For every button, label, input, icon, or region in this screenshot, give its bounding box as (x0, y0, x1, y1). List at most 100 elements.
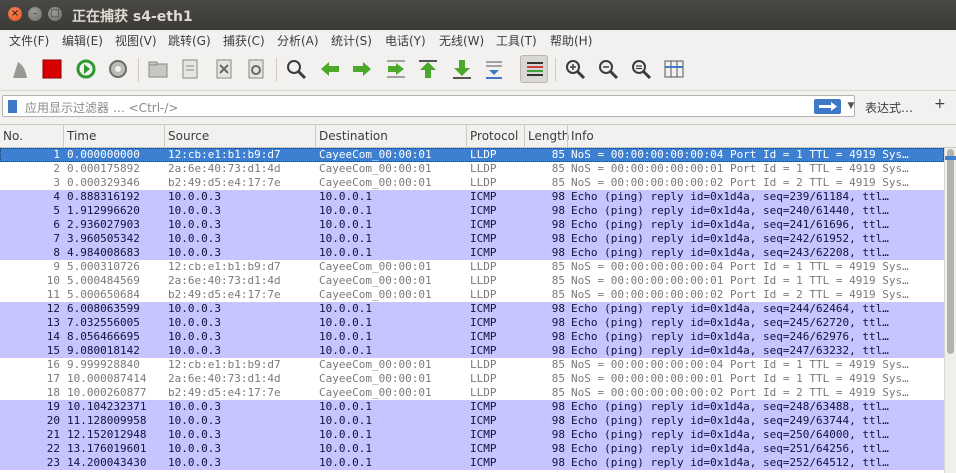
packet-row[interactable]: 11 5.000650684 b2:49:d5:e4:17:7e CayeeCom_0… (0, 288, 944, 302)
column-source[interactable]: Source (168, 129, 209, 143)
column-divider[interactable] (315, 125, 316, 147)
zoom-out-icon[interactable] (594, 55, 622, 83)
packet-length: 98 (551, 246, 565, 259)
packet-row[interactable]: 4 0.888316192 10.0.0.3 10.0.0.1 ICMP 98 Echo (… (0, 190, 944, 204)
display-filter-input[interactable]: 应用显示过滤器 … <Ctrl-/> ▼ (2, 95, 855, 117)
stop-capture-icon[interactable] (38, 55, 66, 83)
packet-row[interactable]: 3 0.000329346 b2:49:d5:e4:17:7e CayeeCom_00… (0, 176, 944, 190)
normal-size-icon[interactable] (627, 55, 655, 83)
packet-row[interactable]: 20 11.128009958 10.0.0.3 10.0.0.1 ICMP 98 Echo… (0, 414, 944, 428)
close-window-button[interactable]: × (8, 7, 22, 21)
menu-go[interactable]: 跳转(G) (168, 32, 211, 49)
save-file-icon[interactable] (176, 55, 204, 83)
filter-history-dropdown-icon[interactable]: ▼ (845, 98, 857, 114)
column-length[interactable]: Length (528, 129, 569, 143)
shark-fin-start-icon[interactable] (6, 55, 34, 83)
menu-edit[interactable]: 编辑(E) (62, 32, 103, 49)
packet-row[interactable]: 5 1.912996620 10.0.0.3 10.0.0.1 ICMP 98 Echo (… (0, 204, 944, 218)
packet-destination: 10.0.0.1 (319, 316, 372, 329)
resize-columns-icon[interactable] (660, 55, 688, 83)
packet-row[interactable]: 14 8.056466695 10.0.0.3 10.0.0.1 ICMP 98 Echo … (0, 330, 944, 344)
toolbar-separator (276, 58, 277, 82)
column-divider[interactable] (466, 125, 467, 147)
packet-protocol: ICMP (470, 246, 497, 259)
column-divider[interactable] (567, 125, 568, 147)
menu-tools[interactable]: 工具(T) (496, 32, 537, 49)
restart-capture-icon[interactable] (72, 55, 100, 83)
scrollbar-thumb[interactable] (947, 149, 954, 354)
packet-row[interactable]: 12 6.008063599 10.0.0.3 10.0.0.1 ICMP 98 Echo … (0, 302, 944, 316)
packet-row[interactable]: 2 0.000175892 2a:6e:40:73:d1:4d CayeeCom_00… (0, 162, 944, 176)
packet-row[interactable]: 13 7.032556005 10.0.0.3 10.0.0.1 ICMP 98 Echo … (0, 316, 944, 330)
packet-row[interactable]: 21 12.152012948 10.0.0.3 10.0.0.1 ICMP 98 Echo… (0, 428, 944, 442)
minimize-window-button[interactable]: – (28, 7, 42, 21)
packet-row[interactable]: 10 5.000484569 2a:6e:40:73:d1:4d CayeeCom_0… (0, 274, 944, 288)
toolbar-separator (555, 58, 556, 82)
packet-info: NoS = 00:00:00:00:00:02 Port Id = 2 TTL … (571, 288, 909, 301)
reload-file-icon[interactable] (242, 55, 270, 83)
close-file-icon[interactable] (210, 55, 238, 83)
column-divider[interactable] (63, 125, 64, 147)
go-back-icon[interactable] (316, 55, 344, 83)
packet-length: 98 (551, 456, 565, 469)
packet-row[interactable]: 16 9.999928840 12:cb:e1:b1:b9:d7 CayeeCom_0… (0, 358, 944, 372)
packet-destination: CayeeCom_00:00:01 (319, 148, 432, 161)
packet-row[interactable]: 15 9.080018142 10.0.0.3 10.0.0.1 ICMP 98 Echo … (0, 344, 944, 358)
go-forward-icon[interactable] (348, 55, 376, 83)
go-to-packet-icon[interactable] (382, 55, 410, 83)
packet-row[interactable]: 17 10.000087414 2a:6e:40:73:d1:4d CayeeCom_… (0, 372, 944, 386)
column-divider[interactable] (524, 125, 525, 147)
packet-row[interactable]: 9 5.000310726 12:cb:e1:b1:b9:d7 CayeeCom_00… (0, 260, 944, 274)
packet-source: 12:cb:e1:b1:b9:d7 (168, 260, 281, 273)
packet-time: 6.008063599 (67, 302, 140, 315)
column-protocol[interactable]: Protocol (470, 129, 518, 143)
packet-source: 10.0.0.3 (168, 316, 221, 329)
packet-info: Echo (ping) reply id=0x1d4a, seq=239/611… (571, 190, 889, 203)
column-destination[interactable]: Destination (319, 129, 388, 143)
open-file-icon[interactable] (144, 55, 172, 83)
column-divider[interactable] (164, 125, 165, 147)
packet-protocol: ICMP (470, 316, 497, 329)
menu-analyze[interactable]: 分析(A) (277, 32, 319, 49)
menu-statistics[interactable]: 统计(S) (331, 32, 372, 49)
packet-row[interactable]: 22 13.176019601 10.0.0.3 10.0.0.1 ICMP 98 Echo… (0, 442, 944, 456)
go-last-packet-icon[interactable] (448, 55, 476, 83)
packet-destination: 10.0.0.1 (319, 442, 372, 455)
packet-length: 85 (551, 162, 565, 175)
packet-row[interactable]: 8 4.984008683 10.0.0.3 10.0.0.1 ICMP 98 Echo (… (0, 246, 944, 260)
packet-time: 0.000329346 (67, 176, 140, 189)
auto-scroll-icon[interactable] (480, 55, 508, 83)
packet-destination: CayeeCom_00:00:01 (319, 162, 432, 175)
expression-button[interactable]: 表达式… (865, 99, 913, 116)
colorize-icon[interactable] (520, 55, 548, 83)
packet-source: 10.0.0.3 (168, 428, 221, 441)
find-packet-icon[interactable] (282, 55, 310, 83)
packet-info: Echo (ping) reply id=0x1d4a, seq=242/619… (571, 232, 889, 245)
packet-row[interactable]: 7 3.960505342 10.0.0.3 10.0.0.1 ICMP 98 Echo (… (0, 232, 944, 246)
menu-file[interactable]: 文件(F) (9, 32, 49, 49)
packet-row[interactable]: 23 14.200043430 10.0.0.3 10.0.0.1 ICMP 98 Echo… (0, 456, 944, 470)
column-no[interactable]: No. (3, 129, 23, 143)
menu-telephony[interactable]: 电话(Y) (385, 32, 426, 49)
menu-help[interactable]: 帮助(H) (550, 32, 592, 49)
add-filter-button[interactable]: + (934, 96, 946, 112)
capture-options-icon[interactable] (104, 55, 132, 83)
menu-view[interactable]: 视图(V) (115, 32, 157, 49)
column-info[interactable]: Info (571, 129, 594, 143)
go-first-packet-icon[interactable] (414, 55, 442, 83)
vertical-scrollbar[interactable] (944, 148, 956, 473)
menu-capture[interactable]: 捕获(C) (223, 32, 265, 49)
bookmark-icon[interactable] (8, 100, 17, 113)
maximize-window-button[interactable]: □ (48, 7, 62, 21)
packet-row[interactable]: 1 0.000000000 12:cb:e1:b1:b9:d7 CayeeCom_00… (0, 148, 944, 162)
column-time[interactable]: Time (67, 129, 96, 143)
packet-row[interactable]: 6 2.936027903 10.0.0.3 10.0.0.1 ICMP 98 Echo (… (0, 218, 944, 232)
apply-filter-button[interactable] (814, 99, 841, 114)
packet-no: 22 (46, 442, 60, 455)
zoom-in-icon[interactable] (561, 55, 589, 83)
menu-wireless[interactable]: 无线(W) (439, 32, 484, 49)
packet-row[interactable]: 18 10.000260877 b2:49:d5:e4:17:7e CayeeCom_… (0, 386, 944, 400)
packet-no: 18 (46, 386, 60, 399)
packet-row[interactable]: 19 10.104232371 10.0.0.3 10.0.0.1 ICMP 98 Echo… (0, 400, 944, 414)
packet-no: 2 (53, 162, 60, 175)
